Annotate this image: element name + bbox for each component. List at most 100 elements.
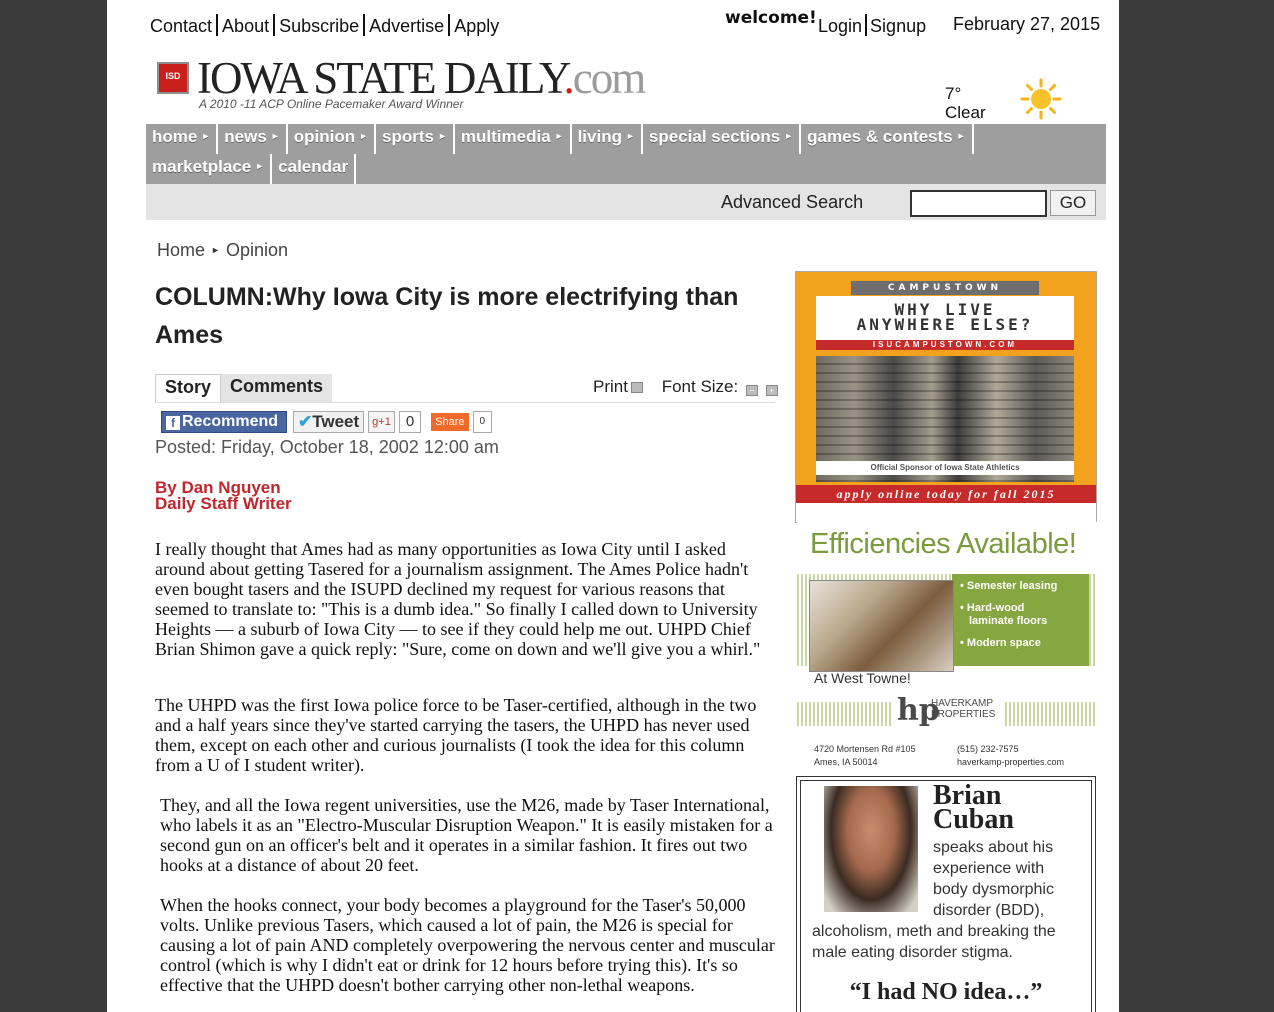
divider xyxy=(216,14,219,36)
ad-description: speaks about his experience with body dy… xyxy=(933,839,1054,919)
caret-right-icon: ► xyxy=(211,245,220,255)
caret-right-icon: ► xyxy=(255,161,265,171)
share-button[interactable]: Share xyxy=(431,413,469,431)
tweet-label: Tweet xyxy=(312,412,360,431)
brian-cuban-ad[interactable]: Brian Cuban speaks about his experience w… xyxy=(796,776,1096,1012)
decrease-font-icon[interactable]: − xyxy=(745,385,758,396)
caret-right-icon: ► xyxy=(359,131,369,141)
tab-story[interactable]: Story xyxy=(155,374,222,402)
breadcrumb-home[interactable]: Home xyxy=(157,240,205,260)
tab-underline xyxy=(155,402,775,403)
main-nav: home ► news ► opinion ► sports ► multimedia ►… xyxy=(146,124,1106,184)
ad-address: 4720 Mortensen Rd #105 Ames, IA 50014 xyxy=(814,743,916,769)
haverkamp-ad[interactable]: Efficiencies Available! • Semester leasi… xyxy=(797,522,1097,772)
divider xyxy=(448,14,451,36)
contact-link[interactable]: Contact xyxy=(150,16,212,36)
logo-tagline: A 2010 -11 ACP Online Pacemaker Award Wi… xyxy=(199,97,464,111)
ad-brand-band: CAMPUSTOWN xyxy=(851,281,1039,295)
auth-links: Login Signup xyxy=(818,14,926,37)
top-links: Contact About Subscribe Advertise Apply xyxy=(150,14,499,37)
divider xyxy=(273,14,276,36)
breadcrumb: Home ► Opinion xyxy=(157,240,288,261)
ad-url: ISUCAMPUSTOWN.COM xyxy=(816,340,1074,350)
signup-link[interactable]: Signup xyxy=(870,16,926,36)
nav-news[interactable]: news ► xyxy=(218,124,288,154)
about-link[interactable]: About xyxy=(222,16,269,36)
nav-label: multimedia xyxy=(460,127,551,146)
speaker-name: Brian Cuban xyxy=(933,782,1014,835)
speaker-portrait xyxy=(824,786,918,912)
ad-headline: Efficiencies Available! xyxy=(810,528,1077,560)
nav-multimedia[interactable]: multimedia ► xyxy=(455,124,572,154)
ad-footer xyxy=(796,503,1096,522)
search-go-button[interactable]: GO xyxy=(1050,190,1096,216)
caret-right-icon: ► xyxy=(554,131,564,141)
caret-right-icon: ► xyxy=(784,131,794,141)
print-label: Print xyxy=(593,377,628,396)
login-link[interactable]: Login xyxy=(818,16,862,36)
article-paragraph: They, and all the Iowa regent universiti… xyxy=(160,795,773,875)
facebook-recommend-button[interactable]: f Recommend xyxy=(161,411,287,433)
nav-opinion[interactable]: opinion ► xyxy=(288,124,377,154)
advertise-link[interactable]: Advertise xyxy=(369,16,444,36)
feature-item: • Hard-wood xyxy=(960,602,1025,614)
subscribe-link[interactable]: Subscribe xyxy=(279,16,359,36)
welcome-text: welcome! xyxy=(725,8,817,28)
google-plus-count: 0 xyxy=(398,411,422,433)
nav-label: calendar xyxy=(278,157,349,176)
ad-description: alcoholism, meth and breaking the male e… xyxy=(812,923,1056,961)
breadcrumb-current[interactable]: Opinion xyxy=(226,240,288,260)
haverkamp-logo: hp HAVERKAMP PROPERTIES xyxy=(893,692,1003,730)
logo-badge[interactable]: ISD xyxy=(157,62,189,94)
article-paragraph: The UHPD was the first Iowa police force… xyxy=(155,695,757,775)
nav-special-sections[interactable]: special sections ► xyxy=(643,124,802,154)
article-headline: COLUMN:Why Iowa City is more electrifyin… xyxy=(155,283,739,349)
nav-games-contests[interactable]: games & contests ► xyxy=(801,124,974,154)
nav-living[interactable]: living ► xyxy=(572,124,643,154)
apply-link[interactable]: Apply xyxy=(454,16,499,36)
hp-logo-name: HAVERKAMP PROPERTIES xyxy=(931,698,995,720)
advanced-search-link[interactable]: Advanced Search xyxy=(721,192,863,213)
logo-title-dot: . xyxy=(563,53,575,103)
search-input[interactable] xyxy=(910,190,1047,217)
weather-condition: Clear xyxy=(945,103,986,122)
ad-headline-line-2: ANYWHERE ELSE? xyxy=(856,315,1034,334)
article-paragraph: When the hooks connect, your body become… xyxy=(160,895,775,995)
ad-location: At West Towne! xyxy=(814,670,911,686)
facebook-icon: f xyxy=(166,416,180,430)
hp-logo-name-line-1: HAVERKAMP xyxy=(931,698,994,709)
increase-font-icon[interactable]: + xyxy=(765,385,778,396)
feature-item: laminate floors xyxy=(969,615,1048,627)
caret-right-icon: ► xyxy=(270,131,280,141)
nav-label: opinion xyxy=(293,127,356,146)
nav-home[interactable]: home ► xyxy=(146,124,219,154)
ad-sponsor-text: Official Sponsor of Iowa State Athletics xyxy=(816,461,1074,475)
caret-right-icon: ► xyxy=(437,131,447,141)
tab-comments[interactable]: Comments xyxy=(221,374,333,402)
ad-address-line-2: Ames, IA 50014 xyxy=(814,757,878,767)
apartment-photo xyxy=(809,580,954,672)
nav-sports[interactable]: sports ► xyxy=(376,124,455,154)
nav-label: marketplace xyxy=(152,157,252,176)
nav-label: living xyxy=(577,127,622,146)
ad-contact: (515) 232-7575 haverkamp-properties.com xyxy=(957,743,1064,769)
posted-date: Posted: Friday, October 18, 2002 12:00 a… xyxy=(155,437,499,457)
byline: By Dan Nguyen Daily Staff Writer xyxy=(155,479,292,513)
nav-calendar[interactable]: calendar xyxy=(272,154,357,184)
tweet-button[interactable]: ✔Tweet xyxy=(293,411,365,433)
main-nav-row-2: marketplace ► calendar xyxy=(146,154,357,184)
nav-marketplace[interactable]: marketplace ► xyxy=(146,154,273,184)
weather-widget: 7° Clear xyxy=(945,84,986,122)
divider xyxy=(363,14,366,36)
feature-item: • Semester leasing xyxy=(960,580,1058,592)
author-role: Daily Staff Writer xyxy=(155,494,292,513)
speaker-last-name: Cuban xyxy=(933,804,1014,835)
ad-quote: “I had NO idea…” xyxy=(849,979,1043,1005)
caret-right-icon: ► xyxy=(956,131,966,141)
campustown-ad[interactable]: WHY LIVE ANYWHERE ELSE? CAMPUSTOWN ISUCAM… xyxy=(795,271,1097,523)
ad-address-line-1: 4720 Mortensen Rd #105 xyxy=(814,744,916,754)
nav-label: news xyxy=(224,127,267,146)
google-plus-button[interactable]: g+1 xyxy=(368,411,395,433)
weather-temp: 7° xyxy=(945,84,962,103)
print-link[interactable]: Print xyxy=(593,377,643,396)
